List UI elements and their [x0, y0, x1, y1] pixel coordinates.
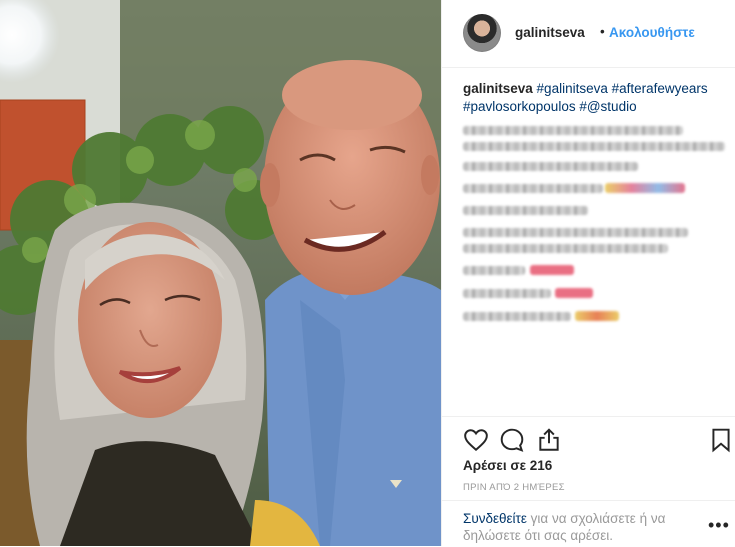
comment-icon[interactable]	[499, 427, 525, 453]
hashtag-link[interactable]: #@studio	[579, 99, 636, 114]
hashtag-link[interactable]: #afterafewyears	[612, 81, 708, 96]
action-bar	[442, 416, 735, 457]
follow-button[interactable]: Ακολουθήστε	[609, 25, 695, 40]
post-header: galinitseva • Ακολουθήστε	[442, 0, 735, 68]
post-details-panel: galinitseva • Ακολουθήστε galinitseva #g…	[441, 0, 735, 546]
login-link[interactable]: Συνδεθείτε	[463, 511, 527, 526]
likes-count[interactable]: Αρέσει σε 216	[463, 458, 552, 473]
header-separator: •	[600, 24, 605, 39]
hashtag-link[interactable]: #pavlosorkopoulos	[463, 99, 576, 114]
more-options-icon[interactable]: •••	[708, 515, 730, 536]
bookmark-icon[interactable]	[708, 427, 734, 453]
post-timestamp[interactable]: ΠΡΙΝ ΑΠΌ 2 ΗΜΈΡΕΣ	[463, 482, 565, 493]
header-username[interactable]: galinitseva	[515, 25, 585, 40]
share-icon[interactable]	[536, 427, 562, 453]
hashtag-link[interactable]: #galinitseva	[537, 81, 608, 96]
post-photo[interactable]	[0, 0, 441, 546]
selfie-image	[0, 0, 441, 546]
caption-username[interactable]: galinitseva	[463, 81, 533, 96]
login-prompt: Συνδεθείτε για να σχολιάσετε ή να δηλώσε…	[463, 510, 685, 544]
post-caption: galinitseva #galinitseva #afterafewyears…	[463, 80, 713, 116]
post-footer: Συνδεθείτε για να σχολιάσετε ή να δηλώσε…	[442, 500, 735, 547]
heart-icon[interactable]	[463, 427, 489, 453]
avatar[interactable]	[463, 14, 501, 52]
